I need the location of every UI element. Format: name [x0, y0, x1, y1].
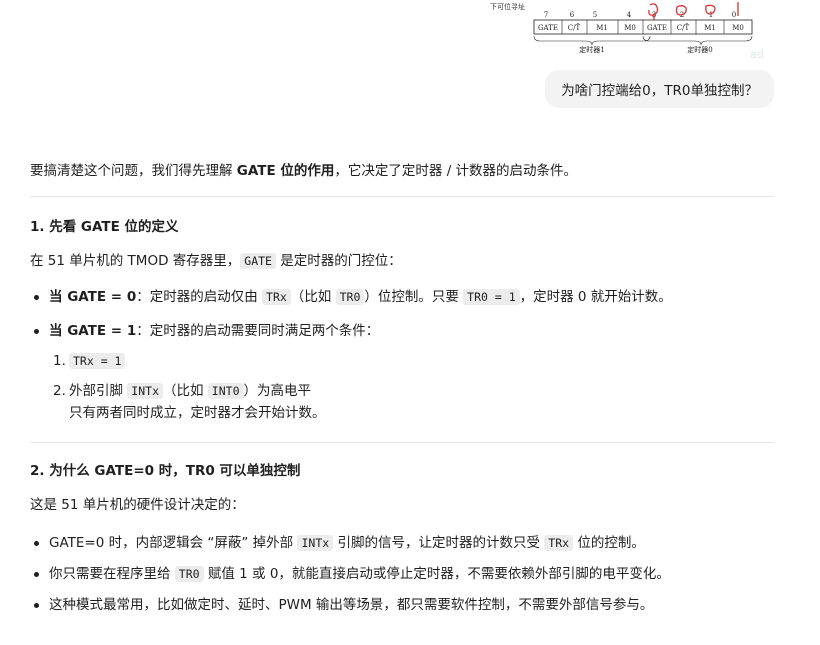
bit-number: 4	[627, 11, 632, 19]
group-label-timer1: 定时器1	[579, 45, 604, 54]
tmod-register-diagram: 7 6 5 4 3 2 1 0 GATE C/T̄ M1 M0 GATE C/T…	[533, 2, 764, 61]
item-text: （比如	[163, 383, 208, 399]
field-ct0: C/T̄	[677, 23, 690, 32]
inline-code: TRx = 1	[69, 353, 126, 369]
inline-code: TRx	[262, 289, 291, 305]
bit-number: 1	[709, 11, 713, 19]
item-text: ：定时器的启动需要同时满足两个条件：	[136, 323, 380, 339]
item-text: 位的控制。	[573, 535, 645, 551]
condition-item: 1. TRx = 1	[53, 350, 774, 372]
divider	[30, 196, 774, 197]
item-text: （比如	[290, 289, 336, 305]
item-text: GATE=0 时，内部逻辑会 “屏蔽” 掉外部	[49, 535, 298, 551]
field-gate1: GATE	[538, 24, 558, 32]
list-item-gate1: 当 GATE = 1：定时器的启动需要同时满足两个条件： 1. TRx = 1 2…	[30, 320, 774, 424]
list-number: 2.	[53, 383, 66, 399]
gate0-label: 当 GATE = 0	[49, 289, 137, 305]
field-m1-0: M1	[704, 24, 716, 32]
section1-desc: 在 51 单片机的 TMOD 寄存器里， GATE 是定时器的门控位：	[30, 250, 774, 272]
desc-text: 在 51 单片机的 TMOD 寄存器里，	[30, 253, 241, 269]
svg-text:ad: ad	[750, 48, 764, 61]
field-ct1: C/T̄	[568, 23, 581, 32]
divider	[30, 442, 774, 443]
list-number: 1.	[53, 353, 66, 369]
item-text: ）位控制。只要	[364, 289, 464, 305]
item-text: 你只需要在程序里给	[49, 566, 175, 582]
inline-code: INTx	[297, 535, 334, 551]
bit-number: 0	[732, 11, 736, 19]
inline-code: TR0 = 1	[463, 289, 520, 305]
intro-text-end: ，它决定了定时器 / 计数器的启动条件。	[334, 163, 578, 179]
list-item: GATE=0 时，内部逻辑会 “屏蔽” 掉外部 INTx 引脚的信号，让定时器的…	[30, 532, 774, 554]
section1-heading: 1. 先看 GATE 位的定义	[30, 219, 179, 235]
section2-heading: 2. 为什么 GATE=0 时，TR0 可以单独控制	[30, 463, 301, 479]
group-label-timer0: 定时器0	[687, 45, 712, 54]
item-text: ，定时器 0 就开始计数。	[519, 289, 672, 305]
attached-register-image[interactable]: 下可位寻址 7 6 5 4 3 2 1 0 GATE C/T̄ M1 M0 GA…	[488, 0, 774, 62]
condition-item: 2. 外部引脚 INTx （比如 INT0 ）为高电平 只有两者同时成立，定时器才会开…	[53, 380, 774, 424]
item-text: 引脚的信号，让定时器的计数只受	[333, 535, 545, 551]
reason-list: GATE=0 时，内部逻辑会 “屏蔽” 掉外部 INTx 引脚的信号，让定时器的…	[30, 532, 774, 616]
user-message-text: 为啥门控端给0，TR0单独控制？	[561, 83, 758, 99]
item-text: 外部引脚	[69, 383, 128, 399]
list-item-gate0: 当 GATE = 0：定时器的启动仅由 TRx （比如 TR0 ）位控制。只要 TR…	[30, 286, 774, 308]
item-text: 赋值 1 或 0，就能直接启动或停止定时器，不需要依赖外部引脚的电平变化。	[203, 566, 670, 582]
assistant-answer: 要搞清楚这个问题，我们得先理解 GATE 位的作用，它决定了定时器 / 计数器的…	[30, 160, 774, 628]
user-message-bubble: 为啥门控端给0，TR0单独控制？	[545, 70, 774, 108]
bit-number: 6	[570, 11, 575, 19]
field-m0-0: M0	[732, 24, 744, 32]
desc-text-end: 是定时器的门控位：	[275, 253, 402, 269]
bit-number: 5	[593, 11, 597, 19]
inline-code: INTx	[127, 383, 163, 399]
gate-definition-list: 当 GATE = 0：定时器的启动仅由 TRx （比如 TR0 ）位控制。只要 TR…	[30, 286, 774, 424]
inline-code: GATE	[240, 253, 276, 269]
item-text: 这种模式最常用，比如做定时、延时、PWM 输出等场景，都只需要软件控制，不需要外…	[49, 597, 654, 613]
inline-code: INT0	[207, 383, 244, 399]
list-item: 你只需要在程序里给 TR0 赋值 1 或 0，就能直接启动或停止定时器，不需要依…	[30, 563, 774, 585]
gate1-conditions: 1. TRx = 1 2. 外部引脚 INTx （比如 INT0 ）为高电平 只有两者同…	[49, 350, 774, 424]
field-m1-1: M1	[596, 24, 608, 32]
intro-text: 要搞清楚这个问题，我们得先理解	[30, 163, 237, 179]
answer-intro: 要搞清楚这个问题，我们得先理解 GATE 位的作用，它决定了定时器 / 计数器的…	[30, 160, 774, 182]
gate1-label: 当 GATE = 1	[49, 323, 137, 339]
field-m0-1: M0	[624, 24, 636, 32]
field-gate0: GATE	[647, 24, 667, 32]
inline-code: TRx	[544, 535, 574, 551]
item-text: ：定时器的启动仅由	[136, 289, 263, 305]
inline-code: TR0	[335, 289, 365, 305]
intro-bold: GATE 位的作用	[236, 163, 335, 179]
bit-number: 7	[544, 11, 548, 19]
condition-continuation: 只有两者同时成立，定时器才会开始计数。	[69, 405, 326, 421]
inline-code: TR0	[174, 566, 204, 582]
item-text: ）为高电平	[243, 383, 312, 399]
list-item: 这种模式最常用，比如做定时、延时、PWM 输出等场景，都只需要软件控制，不需要外…	[30, 594, 774, 616]
chat-page: 下可位寻址 7 6 5 4 3 2 1 0 GATE C/T̄ M1 M0 GA…	[0, 0, 820, 645]
section2-desc: 这是 51 单片机的硬件设计决定的：	[30, 497, 245, 513]
